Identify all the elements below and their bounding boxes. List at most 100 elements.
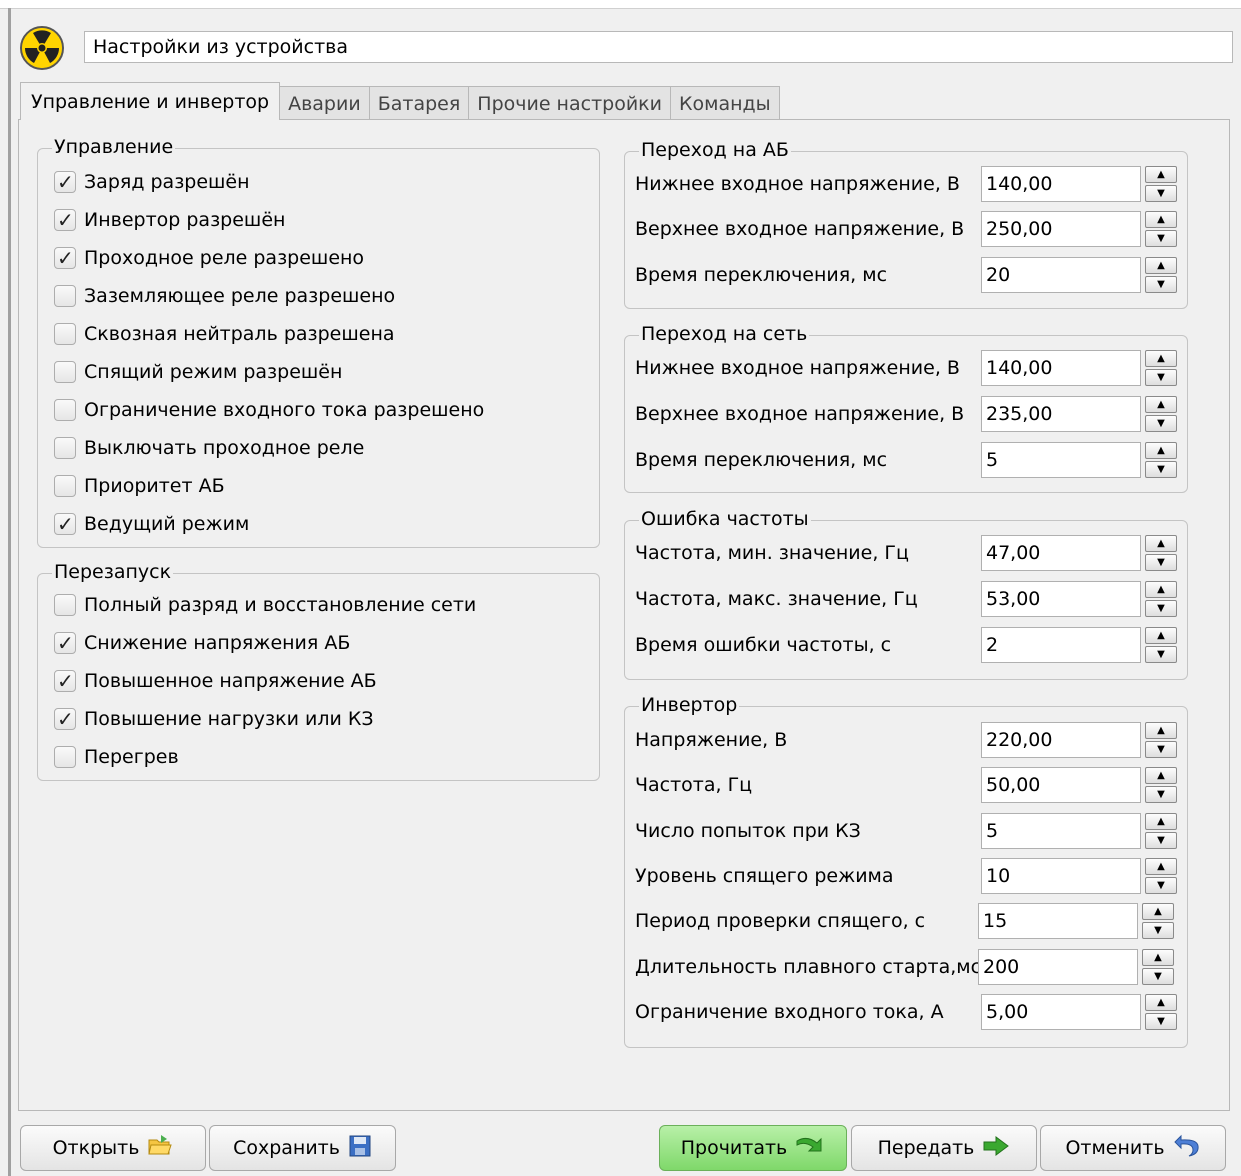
checkbox-ground-relay-enabled[interactable]: Заземляющее реле разрешено <box>54 281 395 311</box>
spin-down-icon[interactable]: ▼ <box>1145 369 1177 386</box>
checkbox-battery-overvoltage[interactable]: Повышенное напряжение АБ <box>54 666 377 696</box>
spin-up-icon[interactable]: ▲ <box>1145 166 1177 183</box>
spinbox-input[interactable]: 140,00 <box>981 166 1141 202</box>
checkbox[interactable] <box>54 285 76 307</box>
spinbox[interactable]: 20 ▲ ▼ <box>981 257 1177 293</box>
checkbox-charge-enabled[interactable]: Заряд разрешён <box>54 167 250 197</box>
checkbox[interactable] <box>54 437 76 459</box>
spin-down-icon[interactable]: ▼ <box>1145 1013 1177 1030</box>
spin-up-icon[interactable]: ▲ <box>1142 903 1174 920</box>
spinbox[interactable]: 140,00 ▲ ▼ <box>981 166 1177 202</box>
spinbox-input[interactable]: 10 <box>981 858 1141 894</box>
checkbox-full-discharge[interactable]: Полный разряд и восстановление сети <box>54 590 476 620</box>
spin-down-icon[interactable]: ▼ <box>1145 832 1177 849</box>
spinbox-input[interactable]: 220,00 <box>981 722 1141 758</box>
spin-up-icon[interactable]: ▲ <box>1142 949 1174 966</box>
spin-down-icon[interactable]: ▼ <box>1145 230 1177 247</box>
spinbox-input[interactable]: 50,00 <box>981 767 1141 803</box>
checkbox-battery-undervoltage[interactable]: Снижение напряжения АБ <box>54 628 350 658</box>
spinbox-input[interactable]: 250,00 <box>981 211 1141 247</box>
spinbox[interactable]: 47,00 ▲ ▼ <box>981 535 1177 571</box>
checkbox[interactable] <box>54 669 76 693</box>
tab-other-settings[interactable]: Прочие настройки <box>468 86 671 120</box>
spin-up-icon[interactable]: ▲ <box>1145 813 1177 830</box>
spin-down-icon[interactable]: ▼ <box>1145 786 1177 803</box>
spin-up-icon[interactable]: ▲ <box>1145 396 1177 413</box>
spinbox[interactable]: 200 ▲ ▼ <box>978 949 1174 985</box>
spin-up-icon[interactable]: ▲ <box>1145 722 1177 739</box>
checkbox-through-neutral-enabled[interactable]: Сквозная нейтраль разрешена <box>54 319 395 349</box>
checkbox-pass-relay-enabled[interactable]: Проходное реле разрешено <box>54 243 364 273</box>
spin-down-icon[interactable]: ▼ <box>1145 276 1177 293</box>
title-field[interactable]: Настройки из устройства <box>84 31 1233 63</box>
spin-down-icon[interactable]: ▼ <box>1142 968 1174 985</box>
spinbox[interactable]: 10 ▲ ▼ <box>981 858 1177 894</box>
open-button[interactable]: Открыть <box>20 1125 206 1171</box>
spinbox[interactable]: 2 ▲ ▼ <box>981 627 1177 663</box>
checkbox[interactable] <box>54 512 76 536</box>
spin-up-icon[interactable]: ▲ <box>1145 581 1177 598</box>
tab-battery[interactable]: Батарея <box>368 86 470 120</box>
spin-up-icon[interactable]: ▲ <box>1145 442 1177 459</box>
spinbox[interactable]: 50,00 ▲ ▼ <box>981 767 1177 803</box>
spin-up-icon[interactable]: ▲ <box>1145 350 1177 367</box>
spinbox[interactable]: 140,00 ▲ ▼ <box>981 350 1177 386</box>
spin-down-icon[interactable]: ▼ <box>1145 461 1177 478</box>
checkbox[interactable] <box>54 707 76 731</box>
spinbox[interactable]: 250,00 ▲ ▼ <box>981 211 1177 247</box>
spinbox[interactable]: 235,00 ▲ ▼ <box>981 396 1177 432</box>
spinbox[interactable]: 220,00 ▲ ▼ <box>981 722 1177 758</box>
checkbox-turn-off-pass-relay[interactable]: Выключать проходное реле <box>54 433 364 463</box>
spin-up-icon[interactable]: ▲ <box>1145 627 1177 644</box>
checkbox[interactable] <box>54 746 76 768</box>
spinbox-input[interactable]: 5 <box>981 813 1141 849</box>
spin-down-icon[interactable]: ▼ <box>1145 877 1177 894</box>
checkbox[interactable] <box>54 361 76 383</box>
spinbox-input[interactable]: 53,00 <box>981 581 1141 617</box>
spin-up-icon[interactable]: ▲ <box>1145 858 1177 875</box>
spinbox[interactable]: 15 ▲ ▼ <box>978 903 1174 939</box>
tab-commands[interactable]: Команды <box>670 86 780 120</box>
spinbox-input[interactable]: 200 <box>978 949 1138 985</box>
spinbox-input[interactable]: 15 <box>978 903 1138 939</box>
checkbox[interactable] <box>54 475 76 497</box>
spinbox[interactable]: 5 ▲ ▼ <box>981 813 1177 849</box>
spin-up-icon[interactable]: ▲ <box>1145 994 1177 1011</box>
send-button[interactable]: Передать <box>851 1125 1037 1171</box>
spinbox[interactable]: 53,00 ▲ ▼ <box>981 581 1177 617</box>
save-button[interactable]: Сохранить <box>209 1125 396 1171</box>
cancel-button[interactable]: Отменить <box>1040 1125 1226 1171</box>
spin-up-icon[interactable]: ▲ <box>1145 211 1177 228</box>
spinbox-input[interactable]: 2 <box>981 627 1141 663</box>
tab-control-inverter[interactable]: Управление и инвертор <box>20 82 281 120</box>
spinbox[interactable]: 5,00 ▲ ▼ <box>981 994 1177 1030</box>
spin-up-icon[interactable]: ▲ <box>1145 257 1177 274</box>
spin-down-icon[interactable]: ▼ <box>1145 185 1177 202</box>
tab-alarms[interactable]: Аварии <box>279 86 370 120</box>
checkbox-sleep-mode-enabled[interactable]: Спящий режим разрешён <box>54 357 342 387</box>
spinbox-input[interactable]: 5 <box>981 442 1141 478</box>
spin-up-icon[interactable]: ▲ <box>1145 767 1177 784</box>
spin-down-icon[interactable]: ▼ <box>1142 922 1174 939</box>
spin-down-icon[interactable]: ▼ <box>1145 554 1177 571</box>
checkbox[interactable] <box>54 594 76 616</box>
checkbox-overload-short[interactable]: Повышение нагрузки или КЗ <box>54 704 374 734</box>
checkbox[interactable] <box>54 631 76 655</box>
spinbox[interactable]: 5 ▲ ▼ <box>981 442 1177 478</box>
read-button[interactable]: Прочитать <box>659 1125 847 1171</box>
checkbox-battery-priority[interactable]: Приоритет АБ <box>54 471 225 501</box>
checkbox-overheat[interactable]: Перегрев <box>54 742 179 772</box>
spin-down-icon[interactable]: ▼ <box>1145 741 1177 758</box>
checkbox[interactable] <box>54 323 76 345</box>
spinbox-input[interactable]: 5,00 <box>981 994 1141 1030</box>
checkbox[interactable] <box>54 246 76 270</box>
spinbox-input[interactable]: 140,00 <box>981 350 1141 386</box>
spinbox-input[interactable]: 235,00 <box>981 396 1141 432</box>
checkbox[interactable] <box>54 208 76 232</box>
checkbox[interactable] <box>54 399 76 421</box>
spin-up-icon[interactable]: ▲ <box>1145 535 1177 552</box>
spinbox-input[interactable]: 20 <box>981 257 1141 293</box>
checkbox-inverter-enabled[interactable]: Инвертор разрешён <box>54 205 285 235</box>
spin-down-icon[interactable]: ▼ <box>1145 415 1177 432</box>
spinbox-input[interactable]: 47,00 <box>981 535 1141 571</box>
